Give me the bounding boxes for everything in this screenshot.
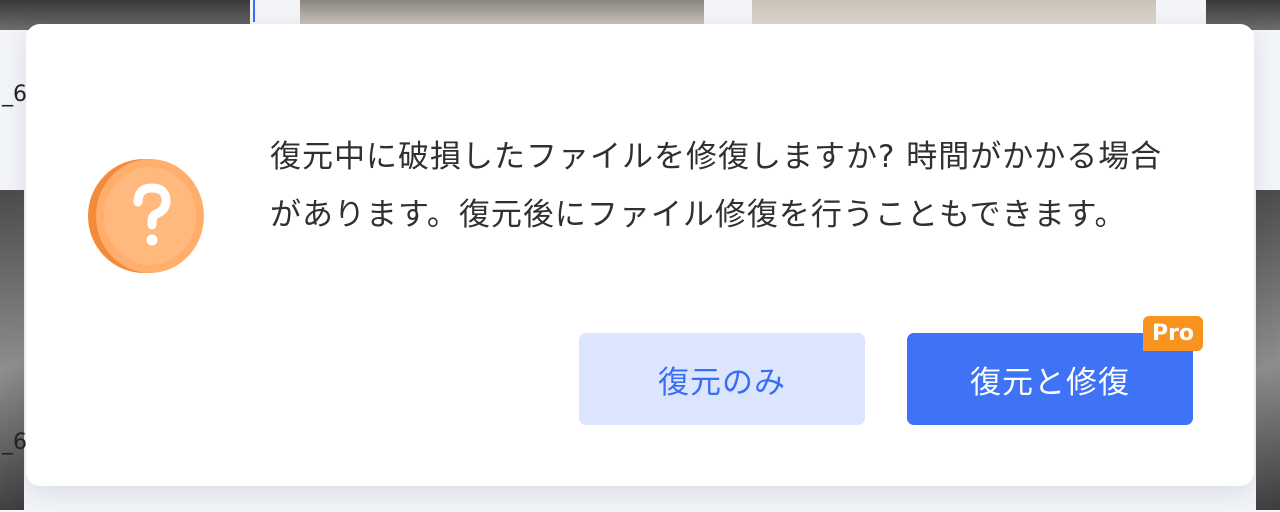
question-coin-icon — [88, 159, 204, 273]
pro-badge: Pro — [1143, 316, 1203, 351]
file-name-label: _6 — [2, 82, 27, 107]
restore-only-button[interactable]: 復元のみ — [579, 333, 865, 425]
file-name-label: _6 — [2, 430, 27, 455]
file-thumbnail[interactable] — [0, 190, 24, 510]
selection-indicator — [253, 0, 255, 22]
dialog-message: 復元中に破損したファイルを修復しますか? 時間がかかる場合があります。復元後にフ… — [270, 139, 1163, 233]
file-thumbnail[interactable] — [1256, 190, 1280, 510]
